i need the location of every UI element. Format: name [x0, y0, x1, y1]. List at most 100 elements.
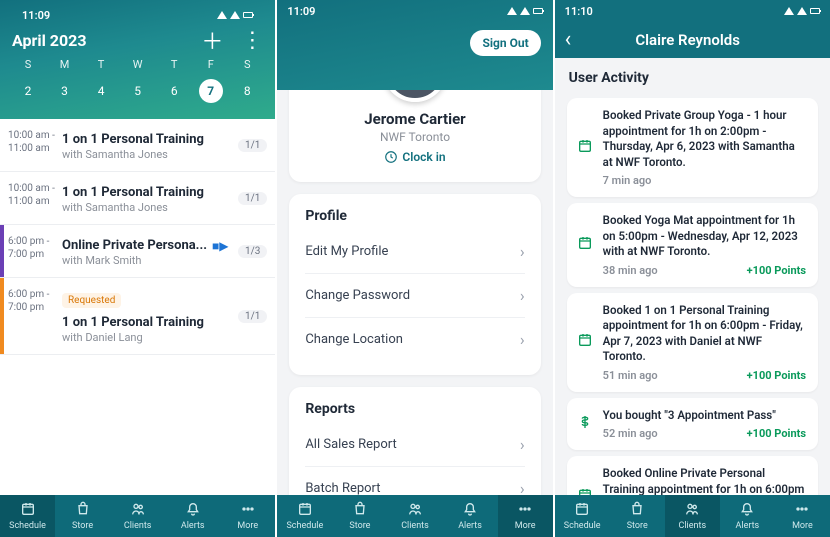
clock-in-button[interactable]: Clock in	[384, 150, 445, 164]
wifi-icon	[507, 7, 517, 15]
tab-more[interactable]: More	[220, 495, 275, 537]
profile-items: Edit My Profile›Change Password›Change L…	[305, 230, 524, 361]
activity-desc: Booked Private Group Yoga - 1 hour appoi…	[603, 108, 806, 170]
list-item[interactable]: Change Location›	[305, 317, 524, 361]
tab-label: Store	[627, 521, 648, 531]
activity-ago: 7 min ago	[603, 174, 652, 187]
day-2[interactable]: 2	[16, 79, 40, 103]
tab-more[interactable]: More	[775, 495, 830, 537]
status-icons	[217, 11, 253, 19]
activity-ago: 38 min ago	[603, 264, 658, 277]
activity-body[interactable]: User Activity Booked Private Group Yoga …	[555, 58, 830, 495]
video-icon: ■▶	[209, 239, 228, 253]
store-icon	[352, 501, 368, 520]
activity-card[interactable]: Booked Private Group Yoga - 1 hour appoi…	[567, 98, 818, 197]
activity-header: ‹ Claire Reynolds	[555, 22, 830, 58]
clock-in-label: Clock in	[402, 150, 445, 164]
more-icon	[240, 501, 256, 520]
tab-schedule[interactable]: Schedule	[555, 495, 610, 537]
event-row[interactable]: 6:00 pm -7:00 pmRequested1 on 1 Personal…	[0, 278, 275, 355]
page-title: Claire Reynolds	[581, 31, 794, 49]
activity-card[interactable]: You bought "3 Appointment Pass"52 min ag…	[567, 398, 818, 451]
activity-card[interactable]: Booked Online Private Personal Training …	[567, 456, 818, 495]
section-title-profile: Profile	[305, 208, 524, 224]
activity-points: +100 Points	[747, 264, 806, 277]
signal-icon	[520, 7, 530, 15]
user-name: Jerome Cartier	[305, 110, 524, 128]
sign-out-button[interactable]: Sign Out	[470, 30, 540, 56]
battery-icon	[243, 12, 253, 18]
tab-alerts[interactable]: Alerts	[443, 495, 498, 537]
tab-store[interactable]: Store	[610, 495, 665, 537]
clock-icon	[384, 150, 398, 164]
profile-body[interactable]: Jerome Cartier NWF Toronto Clock in Prof…	[277, 90, 552, 495]
event-time: 6:00 pm -7:00 pm	[0, 235, 62, 261]
activity-desc: Booked Online Private Personal Training …	[603, 466, 806, 495]
day-3[interactable]: 3	[53, 79, 77, 103]
tab-schedule[interactable]: Schedule	[0, 495, 55, 537]
day-6[interactable]: 6	[162, 79, 186, 103]
event-row[interactable]: 10:00 am -11:00 am1 on 1 Personal Traini…	[0, 119, 275, 172]
tab-label: More	[792, 521, 813, 531]
dow-cell: M	[53, 58, 77, 71]
tab-alerts[interactable]: Alerts	[720, 495, 775, 537]
list-item[interactable]: Batch Report›	[305, 466, 524, 495]
activity-points: +100 Points	[747, 427, 806, 440]
phone-activity: 11:10 ‹ Claire Reynolds User Activity Bo…	[555, 0, 830, 537]
tab-clients[interactable]: Clients	[665, 495, 720, 537]
tab-label: Schedule	[286, 521, 323, 531]
store-icon	[75, 501, 91, 520]
plus-icon[interactable]: ＋	[201, 24, 223, 56]
chevron-right-icon: ›	[520, 242, 525, 261]
dow-cell: T	[89, 58, 113, 71]
profile-card: Jerome Cartier NWF Toronto Clock in	[289, 90, 540, 182]
list-item[interactable]: Change Password›	[305, 273, 524, 317]
list-item[interactable]: All Sales Report›	[305, 423, 524, 466]
list-item[interactable]: Edit My Profile›	[305, 230, 524, 273]
tab-schedule[interactable]: Schedule	[277, 495, 332, 537]
clients-icon	[130, 501, 146, 520]
activity-card[interactable]: Booked 1 on 1 Personal Training appointm…	[567, 293, 818, 392]
event-title: 1 on 1 Personal Training	[62, 315, 204, 330]
event-list[interactable]: 10:00 am -11:00 am1 on 1 Personal Traini…	[0, 119, 275, 495]
tab-store[interactable]: Store	[332, 495, 387, 537]
calendar-icon	[577, 487, 593, 495]
day-7[interactable]: 7	[199, 79, 223, 103]
status-icons	[784, 7, 820, 15]
tab-clients[interactable]: Clients	[387, 495, 442, 537]
alerts-icon	[462, 501, 478, 520]
profile-header: 11:09 Sign Out	[277, 0, 552, 90]
tab-store[interactable]: Store	[55, 495, 110, 537]
event-subtitle: with Samantha Jones	[62, 148, 232, 161]
calendar-icon	[577, 332, 593, 352]
bottom-nav: ScheduleStoreClients Alerts More	[0, 495, 275, 537]
tab-label: Store	[349, 521, 370, 531]
calendar-header: 11:09 April 2023 ＋ ⋮ SMTWTFS 2345678	[0, 0, 275, 119]
more-vert-icon[interactable]: ⋮	[241, 28, 263, 53]
dow-cell: S	[16, 58, 40, 71]
tab-label: Alerts	[181, 521, 205, 531]
month-label[interactable]: April 2023	[12, 31, 87, 50]
avatar[interactable]	[383, 90, 447, 102]
color-bar	[0, 278, 4, 354]
activity-meta: 38 min ago +100 Points	[603, 264, 806, 277]
tab-more[interactable]: More	[498, 495, 553, 537]
activity-card[interactable]: Booked Yoga Mat appointment for 1h on 5:…	[567, 203, 818, 287]
wifi-icon	[217, 11, 227, 19]
event-title: 1 on 1 Personal Training	[62, 185, 204, 200]
clients-icon	[684, 501, 700, 520]
dow-cell: T	[162, 58, 186, 71]
event-title: Online Private Persona...	[62, 238, 207, 253]
requested-badge: Requested	[62, 293, 121, 308]
count-chip: 1/1	[238, 139, 267, 152]
event-row[interactable]: 10:00 am -11:00 am1 on 1 Personal Traini…	[0, 172, 275, 225]
tab-alerts[interactable]: Alerts	[165, 495, 220, 537]
activity-desc: You bought "3 Appointment Pass"	[603, 408, 806, 424]
count-chip: 1/3	[238, 245, 267, 258]
tab-clients[interactable]: Clients	[110, 495, 165, 537]
day-5[interactable]: 5	[126, 79, 150, 103]
event-row[interactable]: 6:00 pm -7:00 pmOnline Private Persona..…	[0, 225, 275, 278]
section-title-activity: User Activity	[555, 58, 830, 92]
day-8[interactable]: 8	[235, 79, 259, 103]
day-4[interactable]: 4	[89, 79, 113, 103]
